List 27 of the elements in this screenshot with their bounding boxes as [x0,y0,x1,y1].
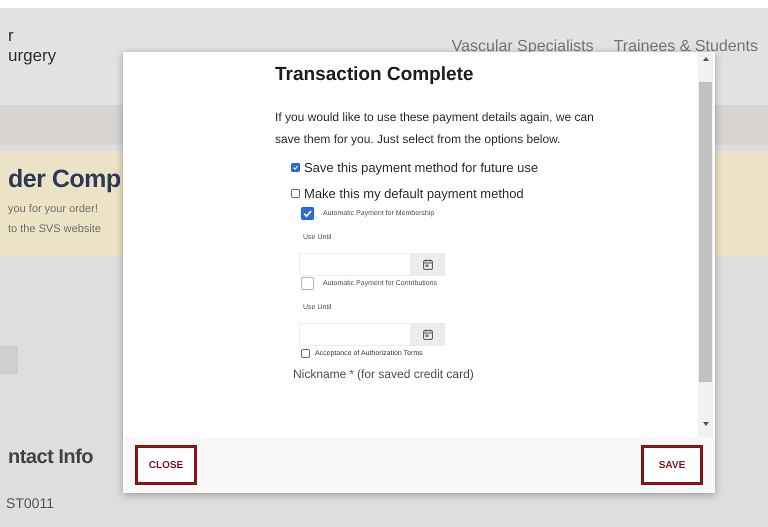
page-heading: der Comp [8,164,121,195]
checkbox[interactable] [301,277,314,290]
calendar-button[interactable] [411,323,445,346]
required-mark: * [349,367,354,381]
calendar-button[interactable] [411,253,445,276]
calendar-icon [423,329,433,340]
banner-text: to the SVS website [8,222,101,237]
dialog-message: If you would like to use these payment details again, we can save them for you. Just select from the options below. [275,109,595,148]
dialog-title: Transaction Complete [275,63,474,87]
field-hint: (for saved credit card) [357,367,474,381]
checkbox[interactable] [301,207,314,220]
logo-text: r [8,26,15,46]
section-heading: ntact Info [8,445,93,470]
checkbox-label: Save this payment method for future use [304,160,538,174]
checkbox[interactable] [291,162,300,172]
logo-text: urgery [8,46,56,66]
checkbox-label: Make this my default payment method [304,186,524,200]
dialog-button[interactable]: SAVE [641,445,703,485]
checkbox[interactable] [291,188,300,198]
scrollbar[interactable] [698,52,713,437]
checkbox[interactable] [301,349,310,358]
banner-text: you for your order! [8,202,98,217]
date-field[interactable] [299,253,411,276]
calendar-icon [423,259,433,270]
record-id: ST0011 [6,495,54,511]
dialog-button[interactable]: CLOSE [135,445,197,485]
field-label: Nickname [293,367,346,381]
